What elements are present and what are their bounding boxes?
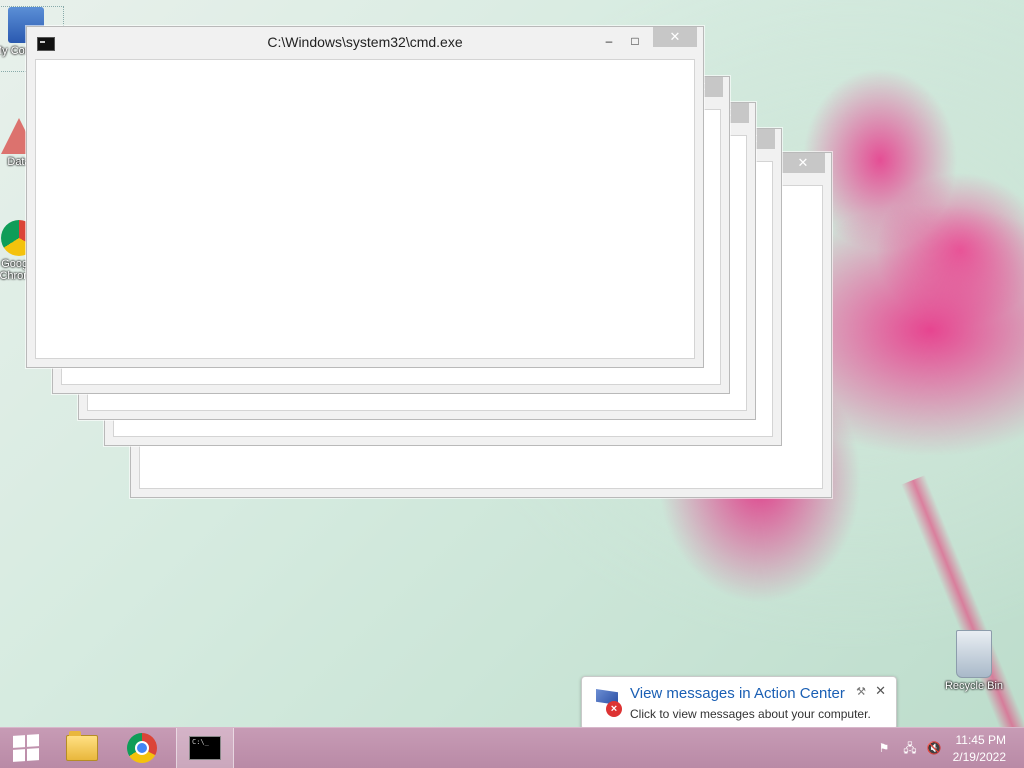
wallpaper-stem	[900, 475, 1024, 764]
clock[interactable]: 11:45 PM 2/19/2022	[953, 732, 1006, 766]
folder-icon	[66, 731, 98, 761]
notification-text: Click to view messages about your comput…	[630, 707, 871, 721]
maximize-icon: □	[631, 34, 639, 48]
start-button[interactable]	[0, 728, 52, 768]
recycle-bin-icon	[956, 630, 992, 678]
clock-date: 2/19/2022	[952, 750, 1006, 764]
title-bar[interactable]: C:\Windows\system32\cmd.exe – □ ✕	[27, 27, 703, 59]
notification-title[interactable]: View messages in Action Center	[630, 685, 845, 702]
cmd-window[interactable]: C:\Windows\system32\cmd.exe – □ ✕	[26, 26, 704, 368]
minimize-button[interactable]: –	[597, 31, 621, 51]
action-center-flag-icon[interactable]: ⚑	[876, 740, 892, 756]
minimize-icon: –	[605, 34, 613, 48]
taskbar-chrome[interactable]	[116, 728, 168, 768]
volume-muted-icon[interactable]: 🔇	[926, 740, 942, 756]
close-icon: ✕	[797, 155, 809, 170]
close-button[interactable]: ✕	[781, 153, 825, 173]
cmd-icon	[189, 736, 221, 760]
close-button[interactable]: ✕	[653, 27, 697, 47]
clock-time: 11:45 PM	[955, 733, 1006, 747]
taskbar: ⚑ 🖧 🔇 11:45 PM 2/19/2022	[0, 727, 1024, 768]
action-center-flag-icon: ×	[592, 687, 622, 717]
maximize-button[interactable]: □	[623, 31, 647, 51]
pin-icon[interactable]: ⚒	[856, 685, 866, 698]
desktop-icon-recycle-bin[interactable]: Recycle Bin	[937, 630, 1011, 692]
close-icon: ✕	[669, 29, 681, 44]
windows-logo-icon	[13, 734, 39, 762]
taskbar-cmd[interactable]	[176, 728, 234, 768]
chrome-icon	[127, 733, 157, 763]
action-center-notification[interactable]: × View messages in Action Center Click t…	[581, 676, 897, 738]
desktop-icon-label: Recycle Bin	[944, 680, 1004, 692]
taskbar-file-explorer[interactable]	[56, 728, 108, 768]
notification-close-button[interactable]: ✕	[875, 683, 886, 699]
system-tray: ⚑ 🖧 🔇 11:45 PM 2/19/2022	[864, 728, 1024, 768]
network-icon[interactable]: 🖧	[902, 740, 918, 756]
console-area[interactable]	[35, 59, 695, 359]
